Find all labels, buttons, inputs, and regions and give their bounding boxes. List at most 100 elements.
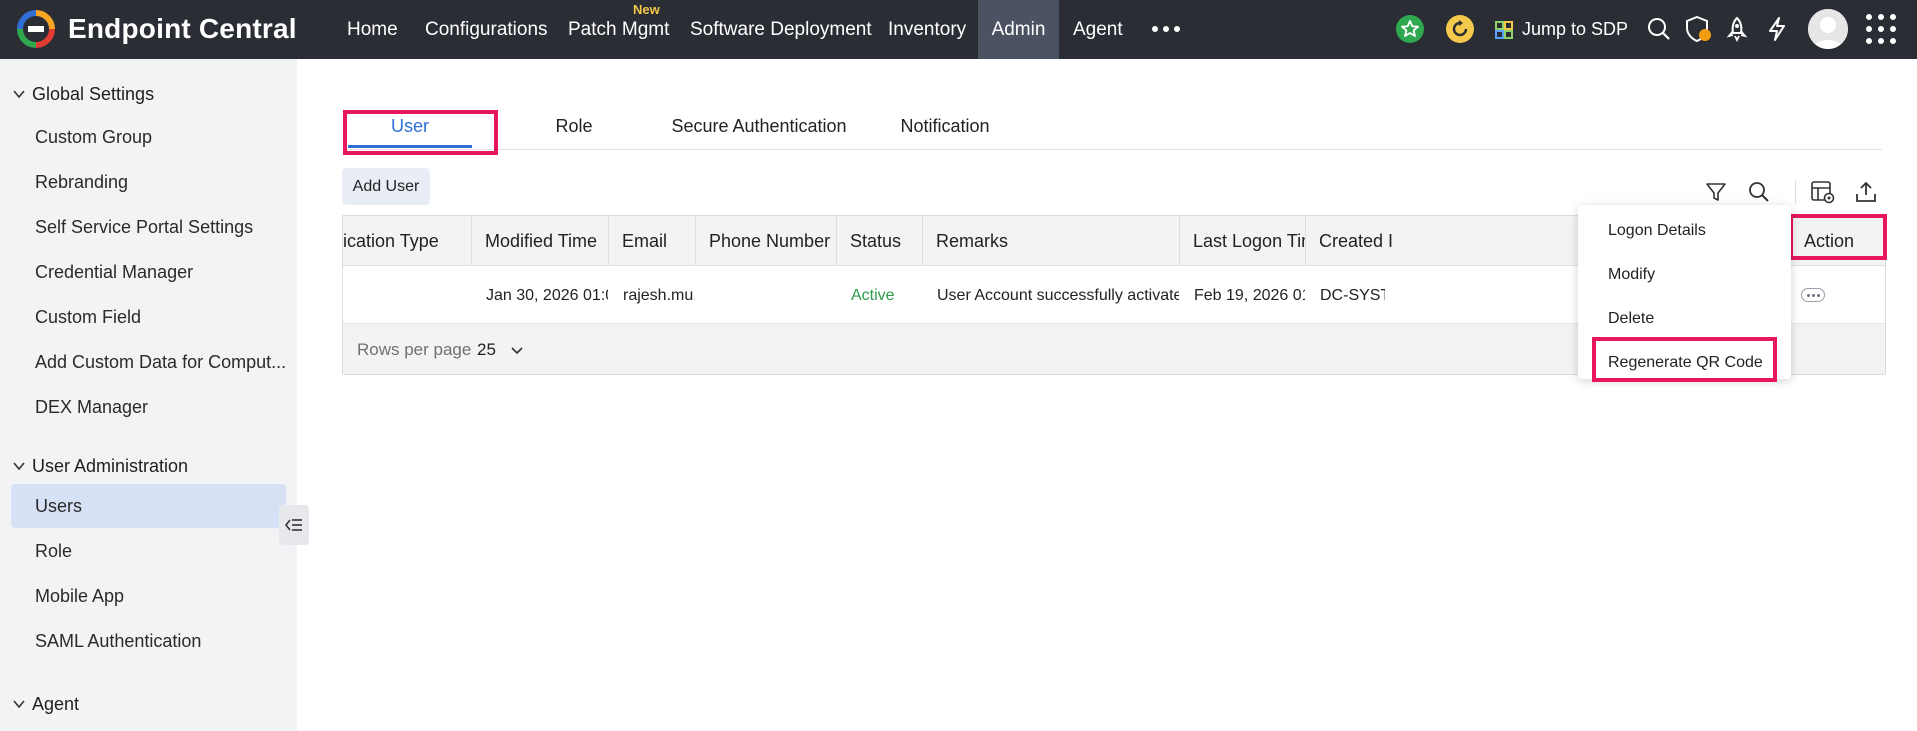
sidebar-item-label: Mobile App [35,586,125,606]
search-icon[interactable] [1642,12,1676,46]
column-settings-icon[interactable] [1809,178,1837,206]
cell-last-logon-time: Feb 19, 2026 01:... [1194,287,1305,304]
cell-email: rajesh.mu... [623,287,695,304]
column-header-action: Action [1804,231,1855,251]
menu-item-modify[interactable]: Modify [1578,253,1791,297]
cell-created-by: DC-SYSTI [1320,287,1385,304]
nav-inventory[interactable]: Inventory [888,0,966,59]
sidebar-item-label: DEX Manager [35,397,149,417]
nav-agent[interactable]: Agent [1073,0,1123,59]
cell-status: Active [851,287,895,304]
shield-alert-icon[interactable] [1682,12,1716,46]
column-header-email[interactable]: Email [608,216,695,266]
cell-remarks: User Account successfully activated [937,287,1179,304]
top-navigation-bar: Endpoint Central Home Configurations Pat… [0,0,1917,59]
more-horizontal-icon[interactable] [1152,26,1180,32]
tabs-divider [342,149,1882,150]
sidebar-item-custom-data[interactable]: Add Custom Data for Comput... [11,340,286,384]
sidebar-group-label: Global Settings [32,83,155,104]
nav-software-deployment[interactable]: Software Deployment [690,0,872,59]
row-action-more-icon[interactable] [1801,288,1825,302]
nav-admin-label: Admin [991,19,1046,40]
chevron-down-icon [13,700,25,709]
menu-item-logon-details[interactable]: Logon Details [1578,209,1791,253]
sidebar-item-label: Credential Manager [35,262,194,282]
sidebar-item-credential-manager[interactable]: Credential Manager [11,250,286,294]
nav-software-deployment-label: Software Deployment [690,19,872,40]
cell-phone-number [695,267,836,324]
tab-notification[interactable]: Notification [890,108,1000,144]
tab-secure-authentication-label: Secure Authentication [671,116,847,136]
refresh-icon[interactable] [1443,12,1477,46]
sidebar-item-label: Custom Field [35,307,142,327]
jump-sdp-icon [1495,20,1513,39]
sidebar: Global Settings Custom Group Rebranding … [0,59,297,731]
app-grid-icon[interactable] [1866,14,1896,44]
tab-user-label: User [390,116,429,136]
sidebar-item-label: Users [35,496,83,516]
sidebar-item-users[interactable]: Users [11,484,286,528]
tab-notification-label: Notification [900,116,990,136]
sidebar-group-label: User Administration [32,455,189,476]
add-user-button[interactable]: Add User [342,168,430,205]
tab-user[interactable]: User [348,108,472,144]
nav-configurations[interactable]: Configurations [425,0,548,59]
sidebar-item-label: Custom Group [35,127,153,147]
nav-admin[interactable]: Admin [978,0,1059,59]
jump-to-sdp-label: Jump to SDP [1522,19,1629,39]
nav-home[interactable]: Home [347,0,398,59]
column-header-phone-number[interactable]: Phone Number [695,216,836,266]
sidebar-item-role[interactable]: Role [11,529,286,573]
tab-role-label: Role [555,116,593,136]
sidebar-item-label: SAML Authentication [35,631,202,651]
action-dropdown-menu: Logon Details Modify Delete Regenerate Q… [1578,205,1791,379]
column-header-remarks[interactable]: Remarks [922,216,1179,266]
jump-to-sdp-link[interactable]: Jump to SDP [1494,0,1628,59]
star-icon[interactable] [1393,12,1427,46]
sidebar-item-custom-group[interactable]: Custom Group [11,115,286,159]
column-header-status[interactable]: Status [836,216,922,266]
lightning-icon[interactable] [1760,12,1794,46]
collapse-sidebar-icon[interactable] [279,505,309,545]
menu-item-regenerate-qr-code[interactable]: Regenerate QR Code [1578,341,1791,385]
rocket-icon[interactable] [1720,12,1754,46]
sidebar-item-custom-field[interactable]: Custom Field [11,295,286,339]
sidebar-group-label: Agent [32,693,80,714]
chevron-down-icon [511,347,523,355]
user-avatar[interactable] [1808,9,1848,49]
sidebar-group-global-settings[interactable]: Global Settings [12,79,154,109]
rows-per-page-value: 25 [477,340,496,359]
sidebar-group-user-administration[interactable]: User Administration [12,451,188,481]
brand[interactable]: Endpoint Central [16,9,297,49]
sidebar-item-mobile-app[interactable]: Mobile App [11,574,286,618]
column-header-authentication-type[interactable]: ication Type [343,216,471,266]
active-tab-indicator [348,145,472,148]
toolbar-divider [1795,180,1796,204]
sidebar-item-label: Add Custom Data for Comput... [35,352,286,372]
tab-secure-authentication[interactable]: Secure Authentication [666,108,852,144]
rows-per-page-select[interactable]: 25 [477,324,524,374]
sidebar-item-self-service-portal[interactable]: Self Service Portal Settings [11,205,286,249]
rows-per-page-label: Rows per page [357,340,472,359]
sidebar-item-label: Self Service Portal Settings [35,217,254,237]
app-name: Endpoint Central [68,13,297,44]
nav-agent-label: Agent [1073,19,1123,40]
tab-role[interactable]: Role [530,108,618,144]
export-icon[interactable] [1852,178,1880,206]
nav-home-label: Home [347,19,398,40]
nav-patch-mgmt-label: Patch Mgmt [568,19,670,40]
sidebar-item-dex-manager[interactable]: DEX Manager [11,385,286,429]
chevron-down-icon [13,462,25,471]
sidebar-item-rebranding[interactable]: Rebranding [11,160,286,204]
sidebar-item-saml-authentication[interactable]: SAML Authentication [11,619,286,663]
nav-inventory-label: Inventory [888,19,967,40]
column-header-last-logon-time[interactable]: Last Logon Time [1179,216,1305,266]
column-header-created-by[interactable]: Created I [1305,216,1585,266]
sidebar-group-agent[interactable]: Agent [12,689,79,719]
endpoint-central-logo [17,10,55,48]
menu-item-delete[interactable]: Delete [1578,297,1791,341]
filter-icon[interactable] [1702,178,1730,206]
column-header-modified-time[interactable]: Modified Time [471,216,608,266]
chevron-down-icon [13,90,25,99]
search-icon[interactable] [1745,178,1773,206]
